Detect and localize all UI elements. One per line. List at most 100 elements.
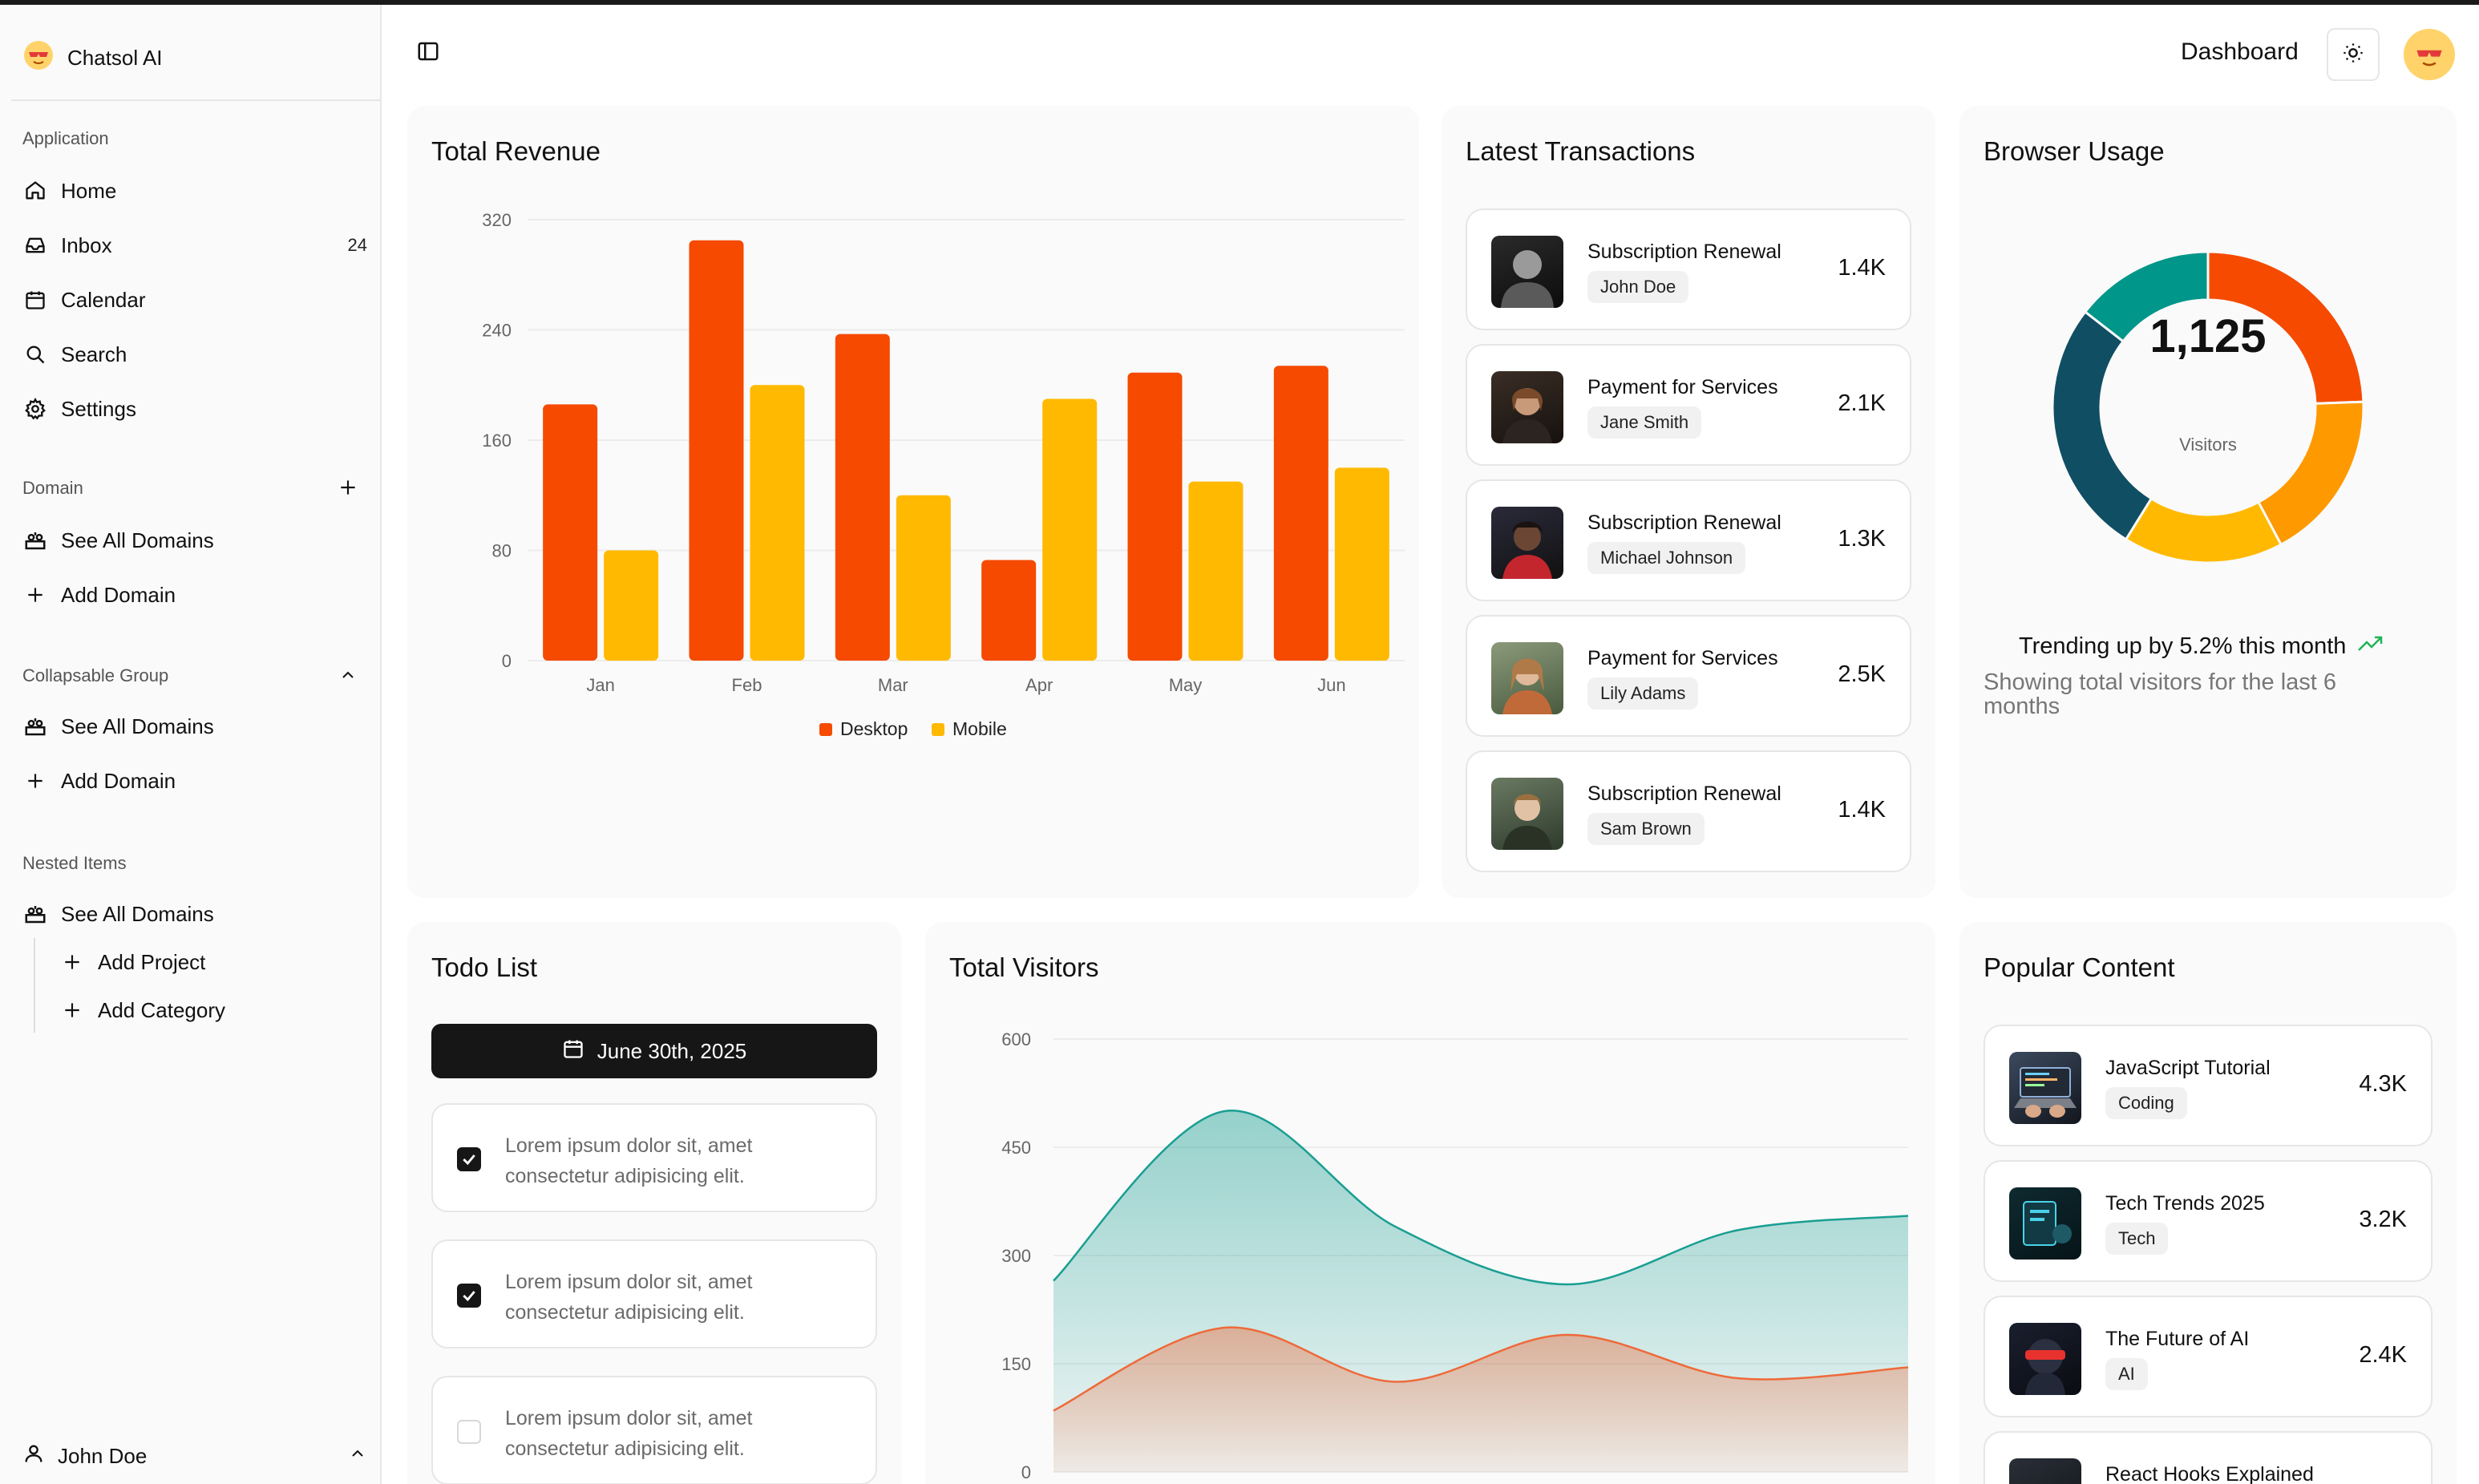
todo-checkbox[interactable] — [457, 1284, 481, 1308]
content-title: The Future of AI — [2105, 1328, 2250, 1350]
sidebar-item-search[interactable]: Search — [22, 334, 367, 375]
transaction-item[interactable]: Subscription Renewal Sam Brown 1.4K — [1466, 750, 1911, 872]
sidebar-item-label: Add Category — [98, 997, 225, 1022]
plus-icon — [59, 997, 85, 1023]
sidebar-divider — [11, 99, 380, 101]
donut-total-label: Visitors — [2179, 435, 2237, 455]
transaction-title: Subscription Renewal — [1587, 512, 1781, 534]
sidebar-toggle-button[interactable] — [414, 38, 443, 67]
sidebar-item-add-domain[interactable]: Add Domain — [22, 760, 367, 802]
card-title: Popular Content — [1984, 952, 2175, 982]
content-thumbnail — [2009, 1187, 2081, 1260]
content-thumbnail — [2009, 1458, 2081, 1484]
transaction-avatar — [1491, 371, 1563, 443]
transaction-title: Subscription Renewal — [1587, 241, 1781, 263]
transaction-title: Payment for Services — [1587, 376, 1778, 398]
date-picker-button[interactable]: June 30th, 2025 — [431, 1024, 877, 1078]
sidebar-item-settings[interactable]: Settings — [22, 388, 367, 430]
plus-icon — [22, 582, 48, 608]
todo-checkbox[interactable] — [457, 1147, 481, 1171]
sidebar-item-see-all-domains[interactable]: See All Domains — [22, 520, 367, 561]
x-tick-label: May — [1169, 675, 1203, 695]
transaction-title: Payment for Services — [1587, 647, 1778, 669]
popular-content-item[interactable]: JavaScript Tutorial Coding 4.3K — [1984, 1025, 2432, 1146]
card-title: Todo List — [431, 952, 538, 982]
transaction-amount: 1.3K — [1838, 526, 1886, 552]
content-count: 4.3K — [2359, 1071, 2407, 1097]
sidebar-item-add-project[interactable]: Add Project — [59, 941, 367, 983]
bar-desktop — [543, 404, 598, 661]
logo-icon — [22, 39, 55, 77]
y-tick-label: 0 — [1021, 1462, 1031, 1482]
transaction-amount: 1.4K — [1838, 797, 1886, 823]
donut-slice — [2256, 400, 2365, 547]
y-tick-label: 80 — [492, 541, 512, 561]
y-tick-label: 320 — [482, 210, 512, 230]
add-domain-group-button[interactable] — [335, 475, 361, 500]
sidebar-item-label: Add Domain — [61, 768, 176, 793]
sidebar-item-inbox[interactable]: Inbox 24 — [22, 224, 367, 266]
x-tick-label: Mar — [878, 675, 908, 695]
y-tick-label: 450 — [1001, 1138, 1031, 1158]
transaction-item[interactable]: Subscription Renewal John Doe 1.4K — [1466, 208, 1911, 330]
sidebar-item-label: See All Domains — [61, 901, 214, 926]
group-label-application: Application — [22, 128, 109, 148]
bar-desktop — [835, 334, 890, 661]
search-icon — [22, 342, 48, 367]
sidebar-item-label: See All Domains — [61, 528, 214, 552]
x-tick-label: Feb — [732, 675, 762, 695]
todo-text: Lorem ipsum dolor sit, amet consectetur … — [505, 1271, 753, 1324]
avatar[interactable] — [2404, 29, 2455, 80]
nested-tree-line — [34, 938, 35, 1033]
bar-mobile — [604, 550, 659, 661]
user-menu[interactable]: John Doe — [22, 1435, 367, 1477]
popular-content-card: Popular Content JavaScript Tutorial Codi… — [1959, 922, 2457, 1484]
transaction-item[interactable]: Payment for Services Jane Smith 2.1K — [1466, 344, 1911, 466]
donut-slice — [2124, 496, 2283, 564]
inbox-icon — [22, 233, 48, 258]
x-tick-label: Jun — [1317, 675, 1345, 695]
legend-swatch — [819, 723, 832, 736]
popular-content-item[interactable]: Tech Trends 2025 Tech 3.2K — [1984, 1160, 2432, 1282]
y-tick-label: 0 — [502, 651, 512, 671]
bar-mobile — [1188, 481, 1244, 661]
transaction-item[interactable]: Subscription Renewal Michael Johnson 1.3… — [1466, 479, 1911, 601]
y-tick-label: 240 — [482, 321, 512, 341]
y-tick-label: 150 — [1001, 1354, 1031, 1374]
trend-text: Trending up by 5.2% this month — [2019, 633, 2347, 659]
transaction-name-badge: Jane Smith — [1587, 406, 1702, 439]
transaction-name-badge: Michael Johnson — [1587, 542, 1746, 574]
todo-item: Lorem ipsum dolor sit, amet consectetur … — [431, 1239, 877, 1349]
transaction-item[interactable]: Payment for Services Lily Adams 2.5K — [1466, 615, 1911, 737]
home-icon — [22, 178, 48, 204]
theme-toggle-button[interactable] — [2327, 28, 2380, 81]
sidebar-item-add-domain[interactable]: Add Domain — [22, 574, 367, 616]
collapse-group-toggle[interactable] — [335, 662, 361, 688]
brand[interactable]: Chatsol AI — [22, 35, 163, 80]
calendar-icon — [22, 287, 48, 313]
popular-content-item[interactable]: The Future of AI AI 2.4K — [1984, 1296, 2432, 1417]
todo-text: Lorem ipsum dolor sit, amet consectetur … — [505, 1134, 753, 1187]
transaction-amount: 2.1K — [1838, 390, 1886, 416]
card-title: Latest Transactions — [1466, 136, 1696, 166]
content-tag: Coding — [2105, 1087, 2187, 1119]
sidebar-item-see-all-domains[interactable]: See All Domains — [22, 706, 367, 747]
latest-transactions-card: Latest Transactions Subscription Renewal… — [1442, 106, 1935, 898]
panel-left-icon — [416, 39, 440, 67]
donut-total: 1,125 — [2149, 310, 2267, 362]
popular-content-item[interactable]: React Hooks Explained — [1984, 1431, 2432, 1484]
sidebar-item-calendar[interactable]: Calendar — [22, 279, 367, 321]
content-tag: Tech — [2105, 1223, 2169, 1255]
sidebar: Chatsol AI Application Home Inbox 24 Cal… — [0, 5, 382, 1484]
gear-icon — [22, 396, 48, 422]
sidebar-item-add-category[interactable]: Add Category — [59, 989, 367, 1031]
content-tag: AI — [2105, 1358, 2148, 1390]
transaction-name-badge: Sam Brown — [1587, 813, 1705, 845]
todo-checkbox[interactable] — [457, 1420, 481, 1444]
sidebar-item-see-all-domains[interactable]: See All Domains — [22, 893, 367, 935]
sidebar-item-home[interactable]: Home — [22, 170, 367, 212]
transaction-avatar — [1491, 778, 1563, 850]
sidebar-item-label: Add Domain — [61, 582, 176, 607]
total-revenue-card: Total Revenue 320 240 160 80 0 Jan Feb Mar Apr Ma… — [407, 106, 1419, 898]
bar-mobile — [750, 385, 805, 661]
